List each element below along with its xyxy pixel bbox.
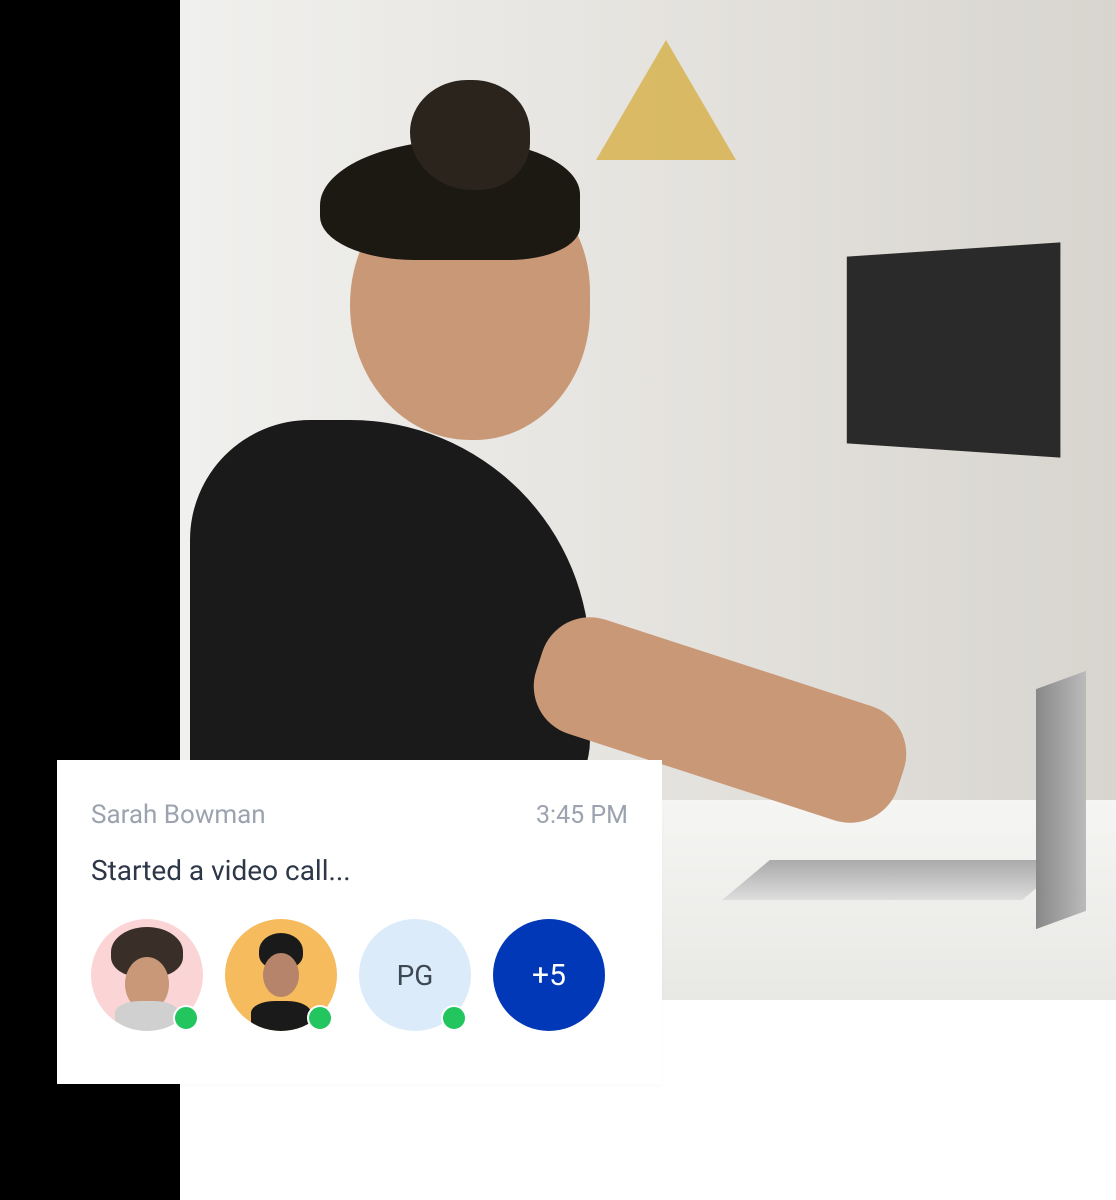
sender-name: Sarah Bowman xyxy=(91,800,266,830)
notification-message: Started a video call... xyxy=(91,854,628,887)
online-status-icon xyxy=(173,1005,199,1031)
online-status-icon xyxy=(441,1005,467,1031)
participant-avatar[interactable] xyxy=(225,919,337,1031)
participants-row: PG +5 xyxy=(91,919,628,1031)
participant-overflow-button[interactable]: +5 xyxy=(493,919,605,1031)
notification-header: Sarah Bowman 3:45 PM xyxy=(91,800,628,830)
participant-avatar[interactable]: PG xyxy=(359,919,471,1031)
online-status-icon xyxy=(307,1005,333,1031)
timestamp: 3:45 PM xyxy=(536,801,628,830)
participant-avatar[interactable] xyxy=(91,919,203,1031)
video-call-notification-card[interactable]: Sarah Bowman 3:45 PM Started a video cal… xyxy=(57,760,662,1084)
overflow-count: +5 xyxy=(493,919,605,1031)
